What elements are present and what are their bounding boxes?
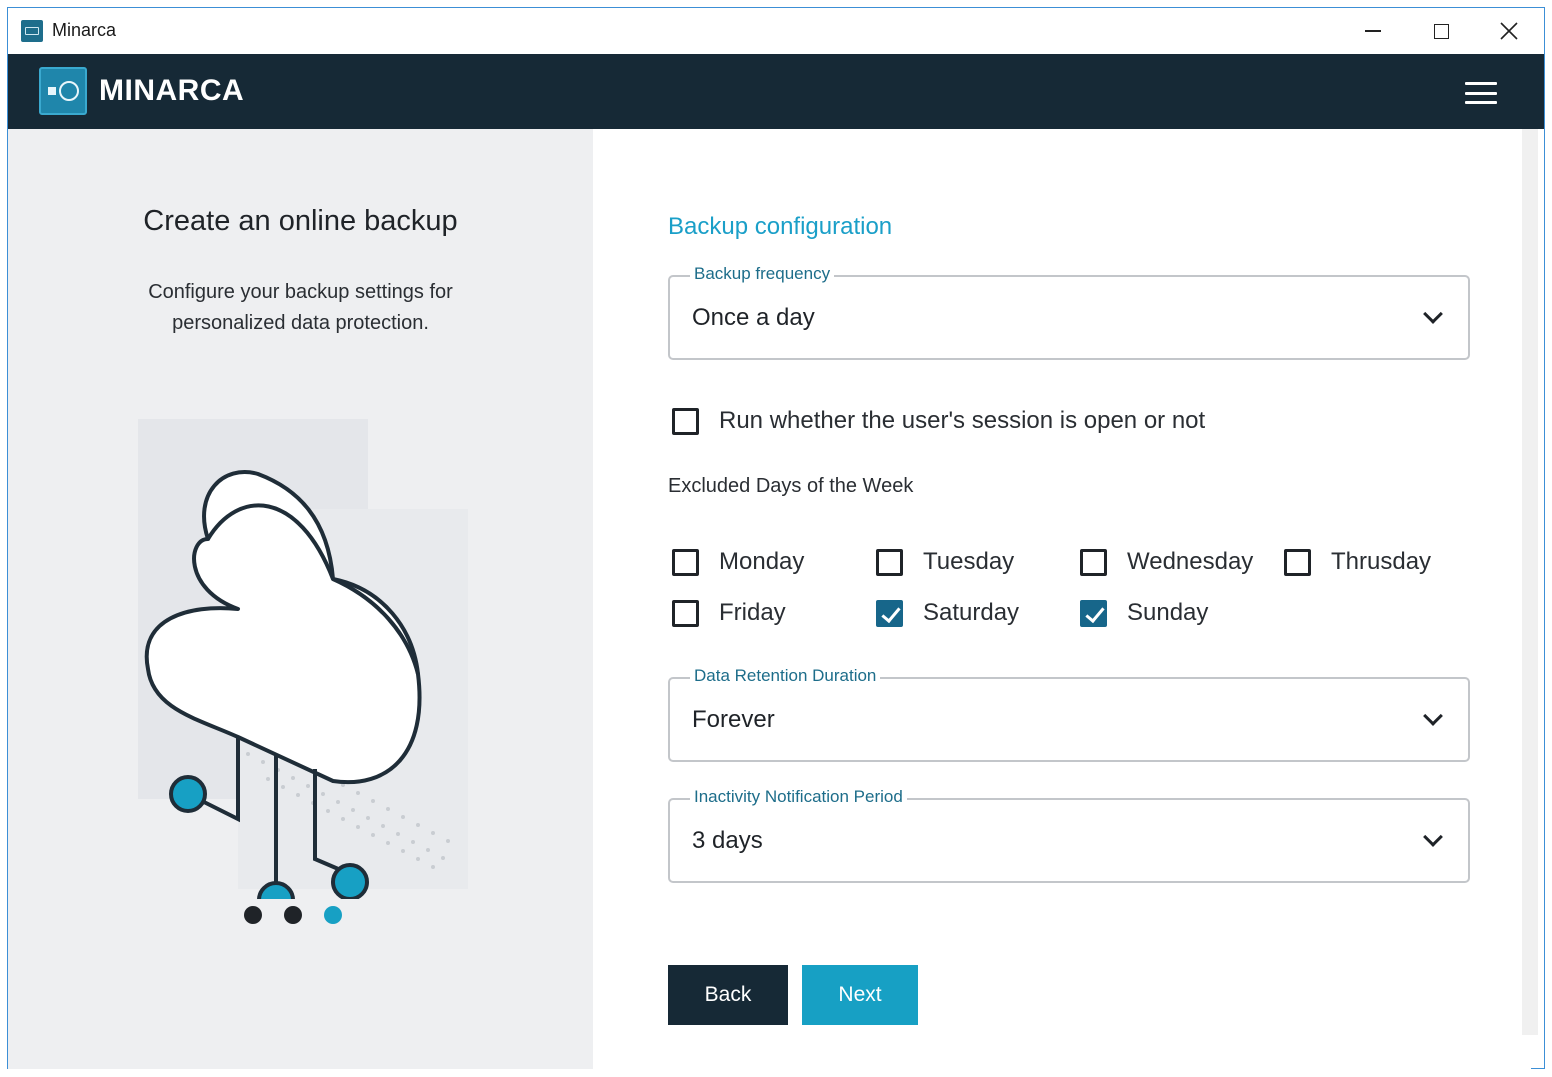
sunday-checkbox[interactable] xyxy=(1080,599,1107,627)
run-session-label: Run whether the user's session is open o… xyxy=(719,407,1206,434)
tuesday-label: Tuesday xyxy=(923,548,1015,575)
monday-checkbox[interactable] xyxy=(672,548,699,576)
cloud-illustration xyxy=(138,419,468,899)
thursday-checkbox[interactable] xyxy=(1284,548,1311,576)
saturday-checkbox[interactable] xyxy=(876,599,903,627)
thursday-label: Thrusday xyxy=(1331,548,1432,575)
chevron-down-icon xyxy=(1423,304,1443,324)
hamburger-menu-button[interactable] xyxy=(1465,82,1497,104)
day-option-tuesday[interactable]: Tuesday xyxy=(876,548,1014,576)
step-indicator xyxy=(244,906,342,924)
data-retention-select[interactable]: Data Retention Duration Forever xyxy=(668,666,1470,762)
maximize-icon xyxy=(1433,23,1449,39)
excluded-days-label: Excluded Days of the Week xyxy=(668,475,914,497)
inactivity-period-value: 3 days xyxy=(692,827,763,854)
close-button[interactable] xyxy=(1475,8,1543,54)
title-bar: Minarca xyxy=(8,8,1544,54)
run-session-option[interactable]: Run whether the user's session is open o… xyxy=(672,407,1205,435)
friday-label: Friday xyxy=(719,599,786,626)
minarca-logo-icon xyxy=(39,67,87,115)
inactivity-period-select[interactable]: Inactivity Notification Period 3 days xyxy=(668,787,1470,883)
sunday-label: Sunday xyxy=(1127,599,1209,626)
run-session-checkbox[interactable] xyxy=(672,407,699,435)
chevron-down-icon xyxy=(1423,827,1443,847)
chevron-down-icon xyxy=(1423,706,1443,726)
config-form-panel: Backup configuration Backup frequency On… xyxy=(593,129,1531,1069)
brand-name: MINARCA xyxy=(99,74,245,107)
day-option-friday[interactable]: Friday xyxy=(672,599,786,627)
monday-label: Monday xyxy=(719,548,805,575)
day-option-sunday[interactable]: Sunday xyxy=(1080,599,1208,627)
hamburger-icon xyxy=(1465,82,1497,85)
close-icon xyxy=(1500,22,1518,40)
day-option-thursday[interactable]: Thrusday xyxy=(1284,548,1431,576)
next-button[interactable]: Next xyxy=(802,965,918,1025)
page-description: Configure your backup settings for perso… xyxy=(148,281,453,334)
app-header: MINARCA xyxy=(8,54,1544,129)
day-option-wednesday[interactable]: Wednesday xyxy=(1080,548,1253,576)
data-retention-label: Data Retention Duration xyxy=(690,666,881,686)
section-title: Backup configuration xyxy=(668,213,893,240)
app-icon xyxy=(21,20,43,42)
minimize-button[interactable] xyxy=(1339,8,1407,54)
wednesday-label: Wednesday xyxy=(1127,548,1254,575)
wednesday-checkbox[interactable] xyxy=(1080,548,1107,576)
app-window: Minarca MINARCA Create an online backup … xyxy=(7,7,1545,1069)
step-dot-3-active xyxy=(324,906,342,924)
data-retention-value: Forever xyxy=(692,706,775,733)
left-panel: Create an online backup Configure your b… xyxy=(8,129,593,1069)
step-dot-2 xyxy=(284,906,302,924)
window-title: Minarca xyxy=(52,20,117,40)
backup-frequency-value: Once a day xyxy=(692,304,815,331)
maximize-button[interactable] xyxy=(1407,8,1475,54)
backup-frequency-select[interactable]: Backup frequency Once a day xyxy=(668,264,1470,360)
vertical-scrollbar[interactable] xyxy=(1522,129,1538,1035)
inactivity-period-label: Inactivity Notification Period xyxy=(690,787,907,807)
day-option-saturday[interactable]: Saturday xyxy=(876,599,1019,627)
day-option-monday[interactable]: Monday xyxy=(672,548,804,576)
tuesday-checkbox[interactable] xyxy=(876,548,903,576)
back-button[interactable]: Back xyxy=(668,965,788,1025)
backup-frequency-label: Backup frequency xyxy=(690,264,835,284)
minimize-icon xyxy=(1365,30,1381,32)
friday-checkbox[interactable] xyxy=(672,599,699,627)
page-heading: Create an online backup xyxy=(143,205,458,237)
saturday-label: Saturday xyxy=(923,599,1020,626)
step-dot-1 xyxy=(244,906,262,924)
